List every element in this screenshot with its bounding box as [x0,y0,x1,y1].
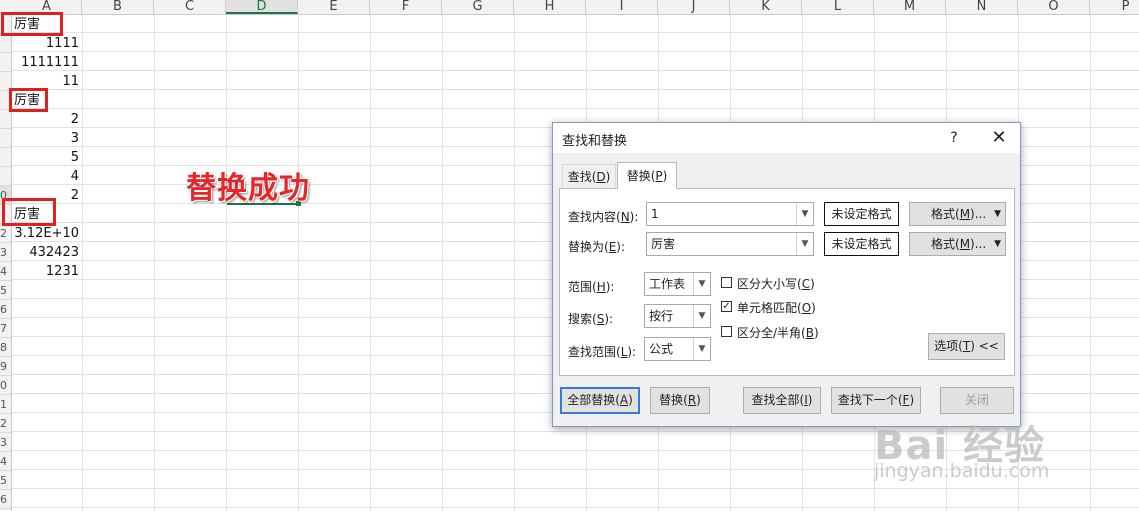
row-header[interactable]: 3 [0,243,11,262]
row-header[interactable] [0,53,11,72]
baidu-jingyan-watermark: Bai 经验 jingyan.baidu.com [868,413,1130,508]
options-button[interactable]: 选项(T) << [928,333,1005,360]
row-header[interactable] [0,34,11,53]
row-header[interactable]: 8 [0,338,11,357]
column-headers: ABCDEFGHIJKLMNOP [0,0,1139,15]
column-header-o[interactable]: O [1018,0,1090,14]
replace-label: 替换为(E): [568,240,626,254]
row-header[interactable]: 0 [0,376,11,395]
chevron-down-icon[interactable]: ▼ [994,203,1001,225]
find-next-button[interactable]: 查找下一个(F) [831,387,921,414]
help-button[interactable]: ? [946,128,962,148]
watermark-url: jingyan.baidu.com [874,460,1050,482]
find-all-button[interactable]: 查找全部(I) [743,387,821,414]
highlight-box-a5 [9,88,48,112]
row-header[interactable]: 2 [0,414,11,433]
row-header[interactable] [0,110,11,129]
checkmark-icon[interactable]: ✓ [721,301,732,312]
lookin-value: 公式 [649,342,674,356]
find-input-value[interactable]: 1 [651,203,659,225]
column-header-j[interactable]: J [658,0,730,14]
column-header-p[interactable]: P [1090,0,1139,14]
row-header[interactable]: 9 [0,357,11,376]
replace-format-preview: 未设定格式 [824,232,899,256]
search-label: 搜索(S): [568,312,614,326]
cell-a7[interactable]: 3 [12,130,79,148]
chevron-down-icon[interactable]: ▼ [994,233,1001,255]
row-header[interactable]: 7 [0,319,11,338]
scope-select[interactable]: 工作表 ▼ [644,272,711,296]
search-value: 按行 [649,309,674,323]
row-header[interactable] [0,148,11,167]
find-format-button[interactable]: 格式(M)... ▼ [909,202,1006,226]
highlight-box-a11 [2,198,56,226]
replace-panel: 查找内容(N): 1 ▼ 未设定格式 格式(M)... ▼ 替换为(E): 厉害 … [559,188,1015,376]
close-button[interactable]: 关闭 [940,387,1014,414]
row-header[interactable]: 5 [0,471,11,490]
find-replace-dialog: 查找和替换 ? ✕ 查找(D) 替换(P) 查找内容(N): 1 ▼ 未设定格式… [552,122,1021,427]
chevron-down-icon[interactable]: ▼ [693,338,710,360]
scope-label: 范围(H): [568,280,615,294]
chevron-down-icon[interactable]: ▼ [693,273,710,295]
column-header-h[interactable]: H [514,0,586,14]
row-header[interactable]: 1 [0,395,11,414]
row-header[interactable] [0,167,11,186]
row-header[interactable]: 6 [0,490,11,509]
find-format-preview: 未设定格式 [824,202,899,226]
dialog-title-bar[interactable]: 查找和替换 ? ✕ [553,123,1020,153]
checkbox-unchecked[interactable] [721,326,732,337]
row-header[interactable]: 3 [0,433,11,452]
column-header-e[interactable]: E [298,0,370,14]
column-header-f[interactable]: F [370,0,442,14]
row-header[interactable]: 4 [0,262,11,281]
column-header-d[interactable]: D [226,0,298,14]
cell-a6[interactable]: 2 [12,111,79,129]
row-header[interactable]: 2 [0,224,11,243]
success-annotation: 替换成功 [186,171,310,206]
replace-input-value[interactable]: 厉害 [651,233,675,255]
find-combobox[interactable]: 1 ▼ [646,202,814,226]
row-header[interactable]: 6 [0,300,11,319]
find-label: 查找内容(N): [568,210,639,224]
tab-replace[interactable]: 替换(P) [617,162,677,189]
column-header-k[interactable]: K [730,0,802,14]
cell-a13[interactable]: 432423 [12,244,79,262]
column-header-c[interactable]: C [154,0,226,14]
dialog-title: 查找和替换 [562,134,628,149]
cell-a3[interactable]: 1111111 [12,54,79,72]
replace-combobox[interactable]: 厉害 ▼ [646,232,814,256]
column-header-i[interactable]: I [586,0,658,14]
replace-format-button[interactable]: 格式(M)... ▼ [909,232,1006,256]
column-header-m[interactable]: M [874,0,946,14]
cell-a8[interactable]: 5 [12,149,79,167]
column-header-n[interactable]: N [946,0,1018,14]
lookin-label: 查找范围(L): [568,345,637,359]
replace-all-button[interactable]: 全部替换(A) [560,387,640,414]
column-header-g[interactable]: G [442,0,514,14]
chevron-down-icon[interactable]: ▼ [693,305,710,327]
cell-a12[interactable]: 3.12E+10 [12,225,79,243]
cell-a2[interactable]: 1111 [12,35,79,53]
tab-find[interactable]: 查找(D) [562,164,616,188]
replace-button[interactable]: 替换(R) [650,387,710,414]
column-header-b[interactable]: B [82,0,154,14]
row-header[interactable]: 5 [0,281,11,300]
cell-a9[interactable]: 4 [12,168,79,186]
chevron-down-icon[interactable]: ▼ [796,233,813,255]
lookin-select[interactable]: 公式 ▼ [644,337,711,361]
column-header-l[interactable]: L [802,0,874,14]
row-header[interactable] [0,129,11,148]
highlight-box-a1 [1,12,63,36]
cell-a14[interactable]: 1231 [12,263,79,281]
chevron-down-icon[interactable]: ▼ [796,203,813,225]
search-select[interactable]: 按行 ▼ [644,304,711,328]
checkbox-unchecked[interactable] [721,277,732,288]
scope-value: 工作表 [649,277,686,291]
row-header[interactable]: 4 [0,452,11,471]
close-icon[interactable]: ✕ [989,127,1009,149]
